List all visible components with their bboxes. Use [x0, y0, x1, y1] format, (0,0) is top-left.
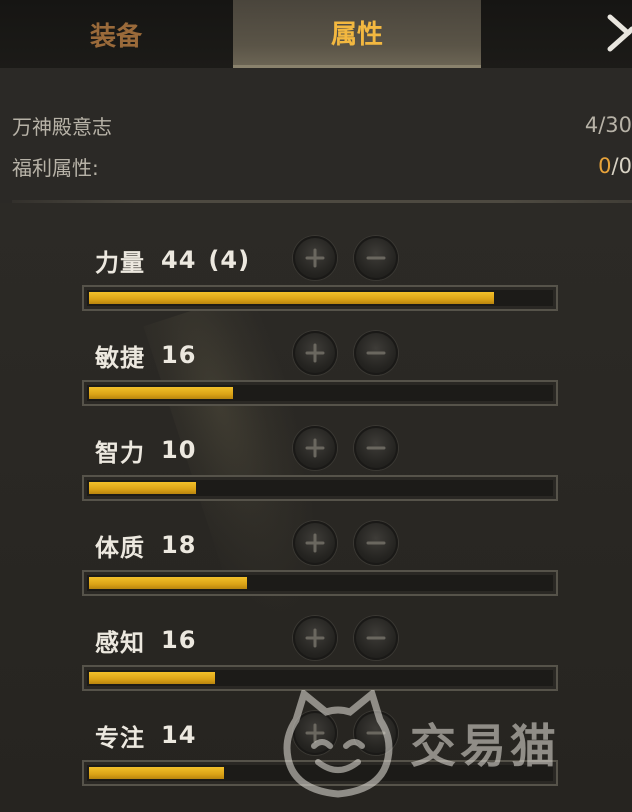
decrease-button[interactable] [354, 616, 398, 660]
bonus-separator: / [611, 154, 619, 178]
minus-icon [366, 731, 386, 735]
increase-button[interactable] [293, 616, 337, 660]
stat-progress-bar [82, 760, 558, 786]
stat-row: 专注 14 [0, 711, 632, 795]
info-panel: 万神殿意志 4/30 福利属性: 0/0 [0, 68, 632, 203]
stat-progress-bar [82, 285, 558, 311]
increase-button[interactable] [293, 521, 337, 565]
stat-progress-bar [82, 570, 558, 596]
stat-name: 智力 [95, 438, 145, 467]
stat-progress-fill [89, 577, 247, 589]
stat-value: 44 [161, 246, 197, 274]
stat-label: 专注 14 [95, 715, 196, 755]
bonus-attribute-label: 福利属性: [12, 155, 99, 180]
tab-equipment-label: 装备 [89, 21, 142, 52]
stat-label: 感知 16 [95, 620, 196, 660]
stat-progress-fill [89, 482, 196, 494]
stat-progress-fill [89, 292, 494, 304]
bonus-max: 0 [618, 154, 632, 178]
attribute-screen: { "tabs": { "equipment_label": "装备", "at… [0, 0, 632, 812]
stat-value: 14 [161, 721, 197, 749]
stat-bonus: (4) [208, 246, 251, 274]
plus-icon [305, 248, 325, 268]
stat-value: 16 [161, 341, 197, 369]
stat-name: 力量 [95, 248, 145, 277]
minus-icon [366, 351, 386, 355]
minus-icon [366, 541, 386, 545]
stat-row: 感知 16 [0, 616, 632, 700]
increase-button[interactable] [293, 236, 337, 280]
stat-row: 智力 10 [0, 426, 632, 510]
close-button[interactable] [606, 12, 632, 54]
stat-name: 敏捷 [95, 343, 145, 372]
stat-name: 专注 [95, 723, 145, 752]
increase-button[interactable] [293, 711, 337, 755]
stat-progress-bar [82, 475, 558, 501]
stat-row: 体质 18 [0, 521, 632, 605]
plus-icon [305, 343, 325, 363]
tab-attributes[interactable]: 属性 [233, 0, 481, 68]
plus-icon [305, 533, 325, 553]
increase-button[interactable] [293, 331, 337, 375]
minus-icon [366, 636, 386, 640]
minus-icon [366, 256, 386, 260]
minus-icon [366, 446, 386, 450]
pantheon-will-label: 万神殿意志 [12, 114, 112, 139]
stat-name: 体质 [95, 533, 145, 562]
stat-row: 敏捷 16 [0, 331, 632, 415]
plus-icon [305, 438, 325, 458]
stat-value: 18 [161, 531, 197, 559]
plus-icon [305, 628, 325, 648]
stat-value: 16 [161, 626, 197, 654]
decrease-button[interactable] [354, 331, 398, 375]
stat-label: 智力 10 [95, 430, 196, 470]
plus-icon [305, 723, 325, 743]
decrease-button[interactable] [354, 426, 398, 470]
close-icon [607, 14, 632, 52]
decrease-button[interactable] [354, 711, 398, 755]
bonus-current: 0 [598, 154, 612, 178]
stat-progress-bar [82, 665, 558, 691]
increase-button[interactable] [293, 426, 337, 470]
tab-equipment[interactable]: 装备 [0, 0, 232, 68]
tab-attributes-label: 属性 [330, 20, 383, 50]
stat-label: 敏捷 16 [95, 335, 196, 375]
stat-progress-fill [89, 767, 224, 779]
pantheon-will-value: 4/30 [584, 113, 632, 137]
stat-label: 力量 44 (4) [95, 240, 250, 280]
stat-progress-fill [89, 387, 233, 399]
stat-progress-bar [82, 380, 558, 406]
stat-name: 感知 [95, 628, 145, 657]
decrease-button[interactable] [354, 236, 398, 280]
decrease-button[interactable] [354, 521, 398, 565]
bonus-attribute-row: 福利属性: 0/0 [12, 151, 632, 181]
divider [12, 200, 632, 203]
bonus-attribute-value: 0/0 [598, 154, 632, 178]
pantheon-will-row: 万神殿意志 4/30 [12, 110, 632, 140]
stat-progress-fill [89, 672, 215, 684]
tab-bar: 装备 属性 [0, 0, 632, 68]
stat-label: 体质 18 [95, 525, 196, 565]
stat-value: 10 [161, 436, 197, 464]
stat-row: 力量 44 (4) [0, 236, 632, 320]
